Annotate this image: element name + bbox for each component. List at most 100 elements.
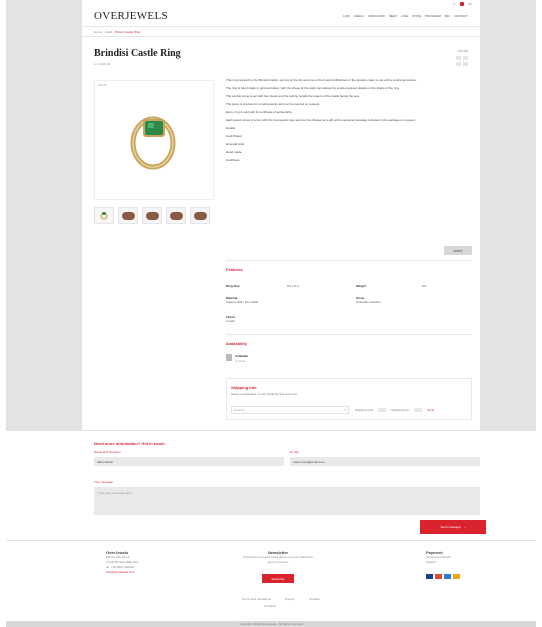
spec-size-value: 0.0 x 0.0: [287, 283, 299, 288]
thumbnail-strip: [94, 207, 210, 224]
chevron-down-icon: ▾: [344, 408, 346, 412]
thumbnail[interactable]: [190, 207, 210, 224]
footer-link[interactable]: Cookies: [309, 597, 320, 601]
footer-payment: Payment Accepted methods PayPal: [426, 550, 451, 565]
payment-cards: [426, 574, 460, 579]
thumbnail[interactable]: [166, 207, 186, 224]
utility-bar: IT EN: [82, 0, 480, 7]
product-main-image[interactable]: ZOOM: [94, 80, 214, 200]
send-label: Send message: [440, 525, 461, 529]
description-paragraph: Every ring is sold with its certificate …: [226, 110, 293, 114]
lang-it-link[interactable]: IT: [453, 2, 456, 6]
card-icon: [453, 574, 460, 579]
spec-stone: Stone Smeraldo sintetico: [356, 296, 381, 304]
thumbnail[interactable]: [94, 207, 114, 224]
product-price: ITA 790: [457, 49, 468, 53]
spec-value: Argento 925 / Oro Giallo: [226, 300, 259, 304]
twitter-icon[interactable]: [463, 56, 468, 60]
breadcrumb-current: Bristol Castle Ring: [115, 30, 141, 34]
breadcrumb-category[interactable]: Anelli: [105, 30, 112, 34]
newsletter-text: and promotions: [267, 560, 289, 564]
footer-links: Terms and Conditions Privacy Cookies: [242, 597, 320, 601]
product-title: Brindisi Castle Ring: [94, 48, 181, 59]
spec-key: Weight: [356, 284, 366, 288]
spec-weight-value: 5.5: [422, 283, 426, 288]
facebook-icon[interactable]: [456, 56, 461, 60]
mail-icon[interactable]: [463, 62, 468, 66]
spec-finish: Finish Lucido: [226, 315, 235, 323]
details-item: Hand made: [226, 150, 242, 154]
copyright-bar: Copyright 2018 OverJewels - All rights r…: [6, 621, 536, 627]
thumbnail[interactable]: [118, 207, 138, 224]
ring-image: [130, 116, 176, 170]
arrow-right-icon: ›: [464, 525, 466, 529]
nav-item[interactable]: MEET: [389, 14, 397, 18]
shipping-options: Shipping cost Shipping time Send: [355, 408, 434, 412]
shipping-link[interactable]: Send: [427, 408, 434, 412]
nav-item[interactable]: CONTACT: [454, 14, 468, 18]
print-button[interactable]: PRINT: [444, 246, 472, 255]
divider: [226, 334, 472, 335]
name-field[interactable]: Mario Rossi: [94, 457, 284, 466]
divider: [82, 36, 480, 37]
main-nav: LINK ANELLI ORECCHINI MEET LINE STATE PR…: [343, 14, 468, 18]
lang-en-link[interactable]: EN: [468, 2, 472, 6]
breadcrumb-home[interactable]: Home: [94, 30, 102, 34]
footer: OverJewels Piazza Vittoria 12 72100 Brin…: [6, 540, 536, 621]
visa-icon: [426, 574, 433, 579]
shipping-time-value: [414, 408, 423, 412]
details-item: Certificate: [226, 158, 240, 162]
zoom-label[interactable]: ZOOM: [98, 83, 107, 87]
nav-item[interactable]: ORECCHINI: [368, 14, 385, 18]
shipping-subtext: Select a destination to see shipping tim…: [231, 392, 297, 396]
email-label: E-mail: [290, 450, 299, 454]
mastercard-icon: [435, 574, 442, 579]
nav-item[interactable]: ANELLI: [354, 14, 364, 18]
spec-value: 5.5: [422, 284, 427, 288]
spec-weight: Weight: [356, 283, 366, 288]
details-list: Gold Plated Emerald color Hand made Cert…: [226, 134, 472, 163]
subscribe-button[interactable]: Subscribe: [262, 574, 294, 583]
country-select[interactable]: Country ▾: [231, 406, 349, 414]
footer-email-link[interactable]: info@overjewels.com: [106, 570, 138, 575]
divider: [226, 260, 472, 261]
divider: [82, 26, 480, 27]
details-item: Emerald color: [226, 142, 245, 146]
spec-key: Ring Size: [226, 284, 240, 288]
availability-status: Available in stock: [226, 354, 248, 363]
shipping-heading: Shipping Info: [231, 385, 257, 390]
product-description: This ring inspired by the Brindisi Castl…: [226, 78, 472, 166]
footer-link[interactable]: Privacy: [285, 597, 295, 601]
spec-size: Ring Size: [226, 283, 240, 288]
description-paragraph: This ring inspired by the Brindisi Castl…: [226, 78, 417, 82]
message-textarea[interactable]: Type your message here...: [94, 487, 480, 515]
shipping-time-label: Shipping time: [391, 408, 410, 412]
nav-item[interactable]: LINE: [401, 14, 408, 18]
features-heading: Features: [226, 267, 243, 272]
cart-icon[interactable]: [459, 1, 464, 6]
footer-link[interactable]: Terms and Conditions: [242, 597, 271, 601]
spec-value: Smeraldo sintetico: [356, 300, 381, 304]
pinterest-icon[interactable]: [456, 62, 461, 66]
availability-label: Available: [235, 354, 249, 358]
nav-item[interactable]: PROGRAM: [425, 14, 441, 18]
country-select-value: Country: [234, 408, 245, 412]
site-logo[interactable]: OVERJEWELS: [94, 10, 168, 22]
payment-text: PayPal: [426, 560, 436, 564]
nav-item[interactable]: IBC: [445, 14, 450, 18]
share-icons: [456, 56, 468, 66]
spec-material: Material Argento 925 / Oro Giallo: [226, 296, 258, 304]
contact-heading: Need more information? Get in touch: [94, 441, 165, 446]
spec-value: Lucido: [226, 319, 235, 323]
name-label: Name and Surname: [94, 450, 121, 454]
thumbnail[interactable]: [142, 207, 162, 224]
description-paragraph: The piece is produced in small quantity …: [226, 102, 320, 106]
email-field[interactable]: mario.rossi@email.com: [290, 457, 480, 466]
nav-item[interactable]: STATE: [412, 14, 421, 18]
footer-link[interactable]: Contacts: [264, 604, 276, 608]
description-paragraph: Each jewel comes in a box with the Overj…: [226, 118, 416, 122]
shipping-cost-label: Shipping cost: [355, 408, 374, 412]
send-message-button[interactable]: Send message ›: [420, 520, 486, 534]
nav-item[interactable]: LINK: [343, 14, 350, 18]
amex-icon: [444, 574, 451, 579]
